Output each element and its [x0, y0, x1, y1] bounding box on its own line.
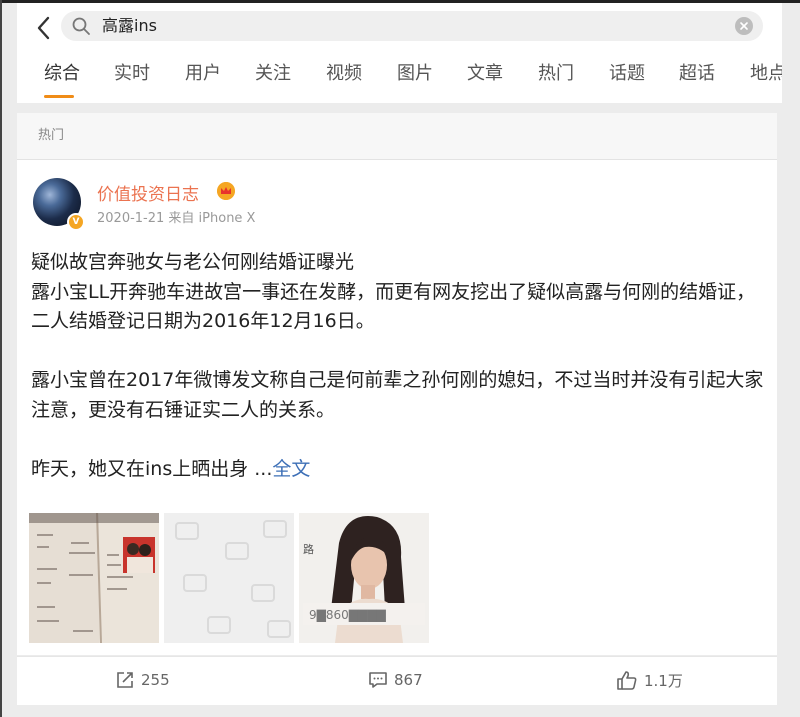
section-label: 热门	[38, 128, 65, 143]
post-text: 疑似故宫奔驰女与老公何刚结婚证曝光 露小宝LL开奔驰车进故宫一事还在发酵，而更有…	[31, 248, 771, 484]
post-card[interactable]: V 价值投资日志 2020-1-21 来自 iPhone X 疑似故宫奔驰女与老…	[17, 160, 777, 655]
search-tabs: 综合 实时 用户 关注 视频 图片 文章 热门 话题 超话 地点	[17, 60, 782, 100]
close-icon	[740, 22, 748, 30]
post-paragraph-last: 昨天，她又在ins上晒出身 ...全文	[31, 455, 771, 485]
post-image-portrait[interactable]: 9▇860▇▇▇▇ 路	[299, 513, 429, 643]
active-tab-indicator	[44, 95, 74, 98]
author-name[interactable]: 价值投资日志	[97, 180, 199, 205]
tab-comprehensive[interactable]: 综合	[44, 60, 80, 88]
post-paragraph: 露小宝曾在2017年微博发文称自己是何前辈之孙何刚的媳妇，不过当时并没有引起大家…	[31, 369, 764, 421]
tab-users[interactable]: 用户	[185, 60, 221, 88]
tab-following[interactable]: 关注	[255, 60, 291, 88]
svg-text:9▇860▇▇▇▇: 9▇860▇▇▇▇	[309, 608, 386, 622]
tab-articles[interactable]: 文章	[467, 60, 503, 88]
post-paragraph-text: 昨天，她又在ins上晒出身 ...	[31, 457, 273, 480]
tab-hot[interactable]: 热门	[538, 60, 574, 88]
post-image-placeholder[interactable]	[164, 513, 294, 643]
post-paragraph: 露小宝LL开奔驰车进故宫一事还在发酵，而更有网友挖出了疑似高露与何刚的结婚证，二…	[31, 280, 756, 333]
tab-images[interactable]: 图片	[397, 60, 433, 88]
back-arrow-icon[interactable]	[29, 13, 59, 43]
search-bar[interactable]: 高露ins	[61, 11, 763, 41]
comment-count: 867	[394, 671, 423, 689]
member-crown-icon	[217, 182, 235, 200]
like-button[interactable]: 1.1万	[616, 669, 683, 691]
comment-button[interactable]: 867	[368, 669, 423, 691]
post-meta: 2020-1-21 来自 iPhone X	[97, 211, 256, 226]
repost-count: 255	[141, 671, 170, 689]
tab-topics[interactable]: 话题	[609, 60, 645, 88]
search-query[interactable]: 高露ins	[102, 16, 157, 36]
clear-search-button[interactable]	[735, 17, 753, 35]
search-icon	[72, 17, 90, 35]
search-header: 高露ins 综合 实时 用户 关注 视频 图片 文章 热门 话题 超话 地点	[17, 3, 782, 103]
like-count: 1.1万	[644, 671, 683, 690]
post-paragraph: 疑似故宫奔驰女与老公何刚结婚证曝光	[31, 251, 355, 273]
comment-icon	[369, 672, 387, 688]
window-left-border	[0, 0, 2, 717]
tab-supertopics[interactable]: 超话	[679, 60, 715, 88]
repost-button[interactable]: 255	[115, 669, 170, 691]
tab-realtime[interactable]: 实时	[114, 60, 150, 88]
verified-badge-icon: V	[67, 213, 85, 231]
tab-video[interactable]: 视频	[326, 60, 362, 88]
thumbs-up-icon	[617, 671, 637, 690]
section-header: 热门	[17, 113, 777, 160]
post-image-certificate[interactable]	[29, 513, 159, 643]
full-text-link[interactable]: 全文	[272, 458, 310, 480]
repost-icon	[117, 672, 133, 688]
svg-text:路: 路	[303, 543, 314, 556]
tab-location[interactable]: 地点	[750, 60, 782, 88]
post-action-bar: 255 867 1.1万	[17, 656, 777, 705]
